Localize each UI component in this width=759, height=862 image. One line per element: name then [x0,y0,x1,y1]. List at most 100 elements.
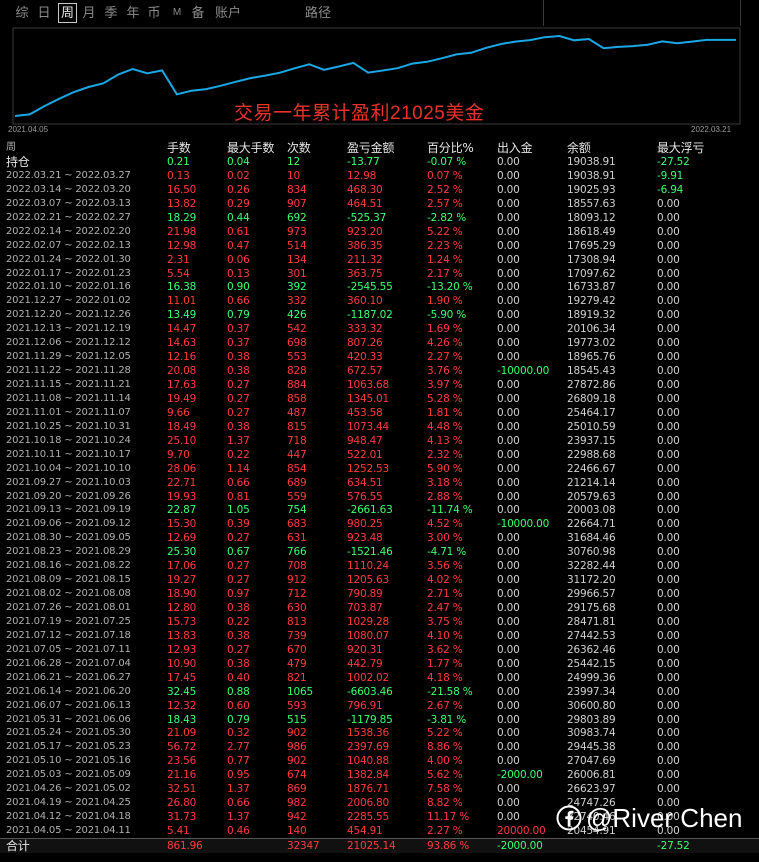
header-max-lots[interactable]: 最大手数 [227,141,274,155]
cell-deposit: 0.00 [497,448,520,461]
tab-quarter[interactable]: 季 [103,4,119,22]
cell-lots: 28.06 [167,462,197,475]
cell-max-lots: 0.27 [227,406,250,419]
cell-pnl: -2545.55 [347,281,393,294]
header-count[interactable]: 次数 [287,141,311,155]
cell-lots: 18.49 [167,420,197,433]
cell-count: 392 [287,281,307,294]
header-lots[interactable]: 手数 [167,141,191,155]
cell-pnl: 21025.14 [347,839,396,852]
cell-pnl: 1110.24 [347,560,390,573]
header-deposit[interactable]: 出入金 [497,141,533,155]
header-balance[interactable]: 余额 [567,141,591,155]
table-row: 2021.08.02 ~ 2021.08.08 18.90 0.97 712 790.8… [0,587,759,601]
tab-path[interactable]: 路径 [303,4,333,22]
cell-deposit: 0.00 [497,546,520,559]
cell-balance: 17308.94 [567,253,616,266]
tab-account[interactable]: 账户 [213,4,243,22]
cell-week: 2021.08.16 ~ 2021.08.22 [6,560,131,572]
table-row: 2021.12.27 ~ 2022.01.02 11.01 0.66 332 360.1… [0,294,759,308]
header-pnl[interactable]: 盈亏金额 [347,141,394,155]
tab-m[interactable]: M [170,4,184,22]
cell-balance: 31172.20 [567,574,616,587]
cell-percent: 5.22 % [427,727,463,740]
cell-pnl: 453.58 [347,406,383,419]
cell-balance: 19773.02 [567,337,616,350]
cell-max-drawdown: 0.00 [657,323,680,336]
tab-note[interactable]: 备 [190,4,206,22]
cell-max-lots: 0.32 [227,727,250,740]
cell-lots: 16.38 [167,281,197,294]
cell-percent: 2.67 % [427,699,463,712]
cell-week: 2021.11.15 ~ 2021.11.21 [6,379,131,390]
cell-max-drawdown: 0.00 [657,462,680,475]
cell-balance: 20579.63 [567,490,616,503]
cell-balance: 25464.17 [567,406,616,419]
cell-week: 2021.12.13 ~ 2021.12.19 [6,323,131,335]
tab-day[interactable]: 日 [36,4,52,22]
tab-currency[interactable]: 币 [146,4,162,22]
cell-deposit: 0.00 [497,197,520,210]
cell-lots: 14.63 [167,337,197,350]
cell-count: 902 [287,755,307,768]
cell-balance: 22466.67 [567,462,616,475]
cell-count: 332 [287,295,307,308]
cell-week: 2021.05.31 ~ 2021.06.06 [6,713,131,725]
cell-lots: 0.21 [167,156,190,168]
cell-pnl: 2006.80 [347,797,390,810]
cell-count: 447 [287,448,307,461]
cell-week: 2021.08.30 ~ 2021.09.05 [6,532,131,544]
cell-deposit: 0.00 [497,588,520,601]
cell-max-drawdown: 0.00 [657,448,680,461]
cell-pnl: 442.79 [347,657,383,670]
cell-max-lots: 0.27 [227,643,250,656]
cell-lots: 13.83 [167,629,197,642]
cell-deposit: 0.00 [497,337,520,350]
tab-week[interactable]: 周 [58,3,77,23]
table-row: 2021.11.08 ~ 2021.11.14 19.49 0.27 858 1345.… [0,392,759,406]
table-row: 2022.01.17 ~ 2022.01.23 5.54 0.13 301 363.75… [0,267,759,281]
table-row: 2021.06.07 ~ 2021.06.13 12.32 0.60 593 796.9… [0,699,759,713]
cell-max-drawdown: 0.00 [657,783,680,796]
cell-lots: 32.51 [167,783,197,796]
cell-max-lots: 1.14 [227,462,250,475]
cell-pnl: 923.48 [347,532,383,545]
cell-max-lots: 0.40 [227,671,250,684]
cell-deposit: 0.00 [497,420,520,433]
tab-year[interactable]: 年 [125,4,141,22]
cell-deposit: 0.00 [497,741,520,754]
table-row: 2021.11.01 ~ 2021.11.07 9.66 0.27 487 453.58… [0,406,759,420]
table-row: 2021.10.04 ~ 2021.10.10 28.06 1.14 854 1252.… [0,462,759,476]
cell-max-lots: 0.38 [227,657,250,670]
cell-percent: 8.82 % [427,797,463,810]
header-percent[interactable]: 百分比% [427,141,474,155]
cell-pnl: 576.55 [347,490,383,503]
cell-balance: 30760.98 [567,546,616,559]
tab-summary[interactable]: 综 [14,4,30,22]
cell-max-lots: 0.79 [227,713,250,726]
toolbar-divider [740,0,741,26]
cell-balance: 27872.86 [567,379,616,391]
cell-week: 2021.07.12 ~ 2021.07.18 [6,629,131,641]
watermark-text: @River Chen [586,803,743,833]
table-row: 2021.11.15 ~ 2021.11.21 17.63 0.27 884 1063.… [0,378,759,392]
cell-max-drawdown: 0.00 [657,518,680,531]
cell-week: 2021.08.23 ~ 2021.08.29 [6,546,131,558]
cell-count: 815 [287,420,307,433]
cell-balance: 18618.49 [567,225,616,238]
header-week[interactable]: 周 [6,141,16,155]
cell-max-lots: 0.95 [227,769,250,782]
cell-deposit: 0.00 [497,156,520,168]
cell-lots: 9.66 [167,406,190,419]
tab-month[interactable]: 月 [81,4,97,22]
cell-percent: 4.00 % [427,755,463,768]
cell-balance: 26362.46 [567,643,616,656]
cell-pnl: 1080.07 [347,629,390,642]
header-max-drawdown[interactable]: 最大浮亏 [657,141,704,155]
cell-max-drawdown: 0.00 [657,351,680,364]
cell-max-lots: 0.13 [227,267,250,280]
cell-deposit: 0.00 [497,490,520,503]
cell-count: 140 [287,825,307,837]
cell-deposit: 0.00 [497,295,520,308]
cell-max-lots: 0.66 [227,476,250,489]
